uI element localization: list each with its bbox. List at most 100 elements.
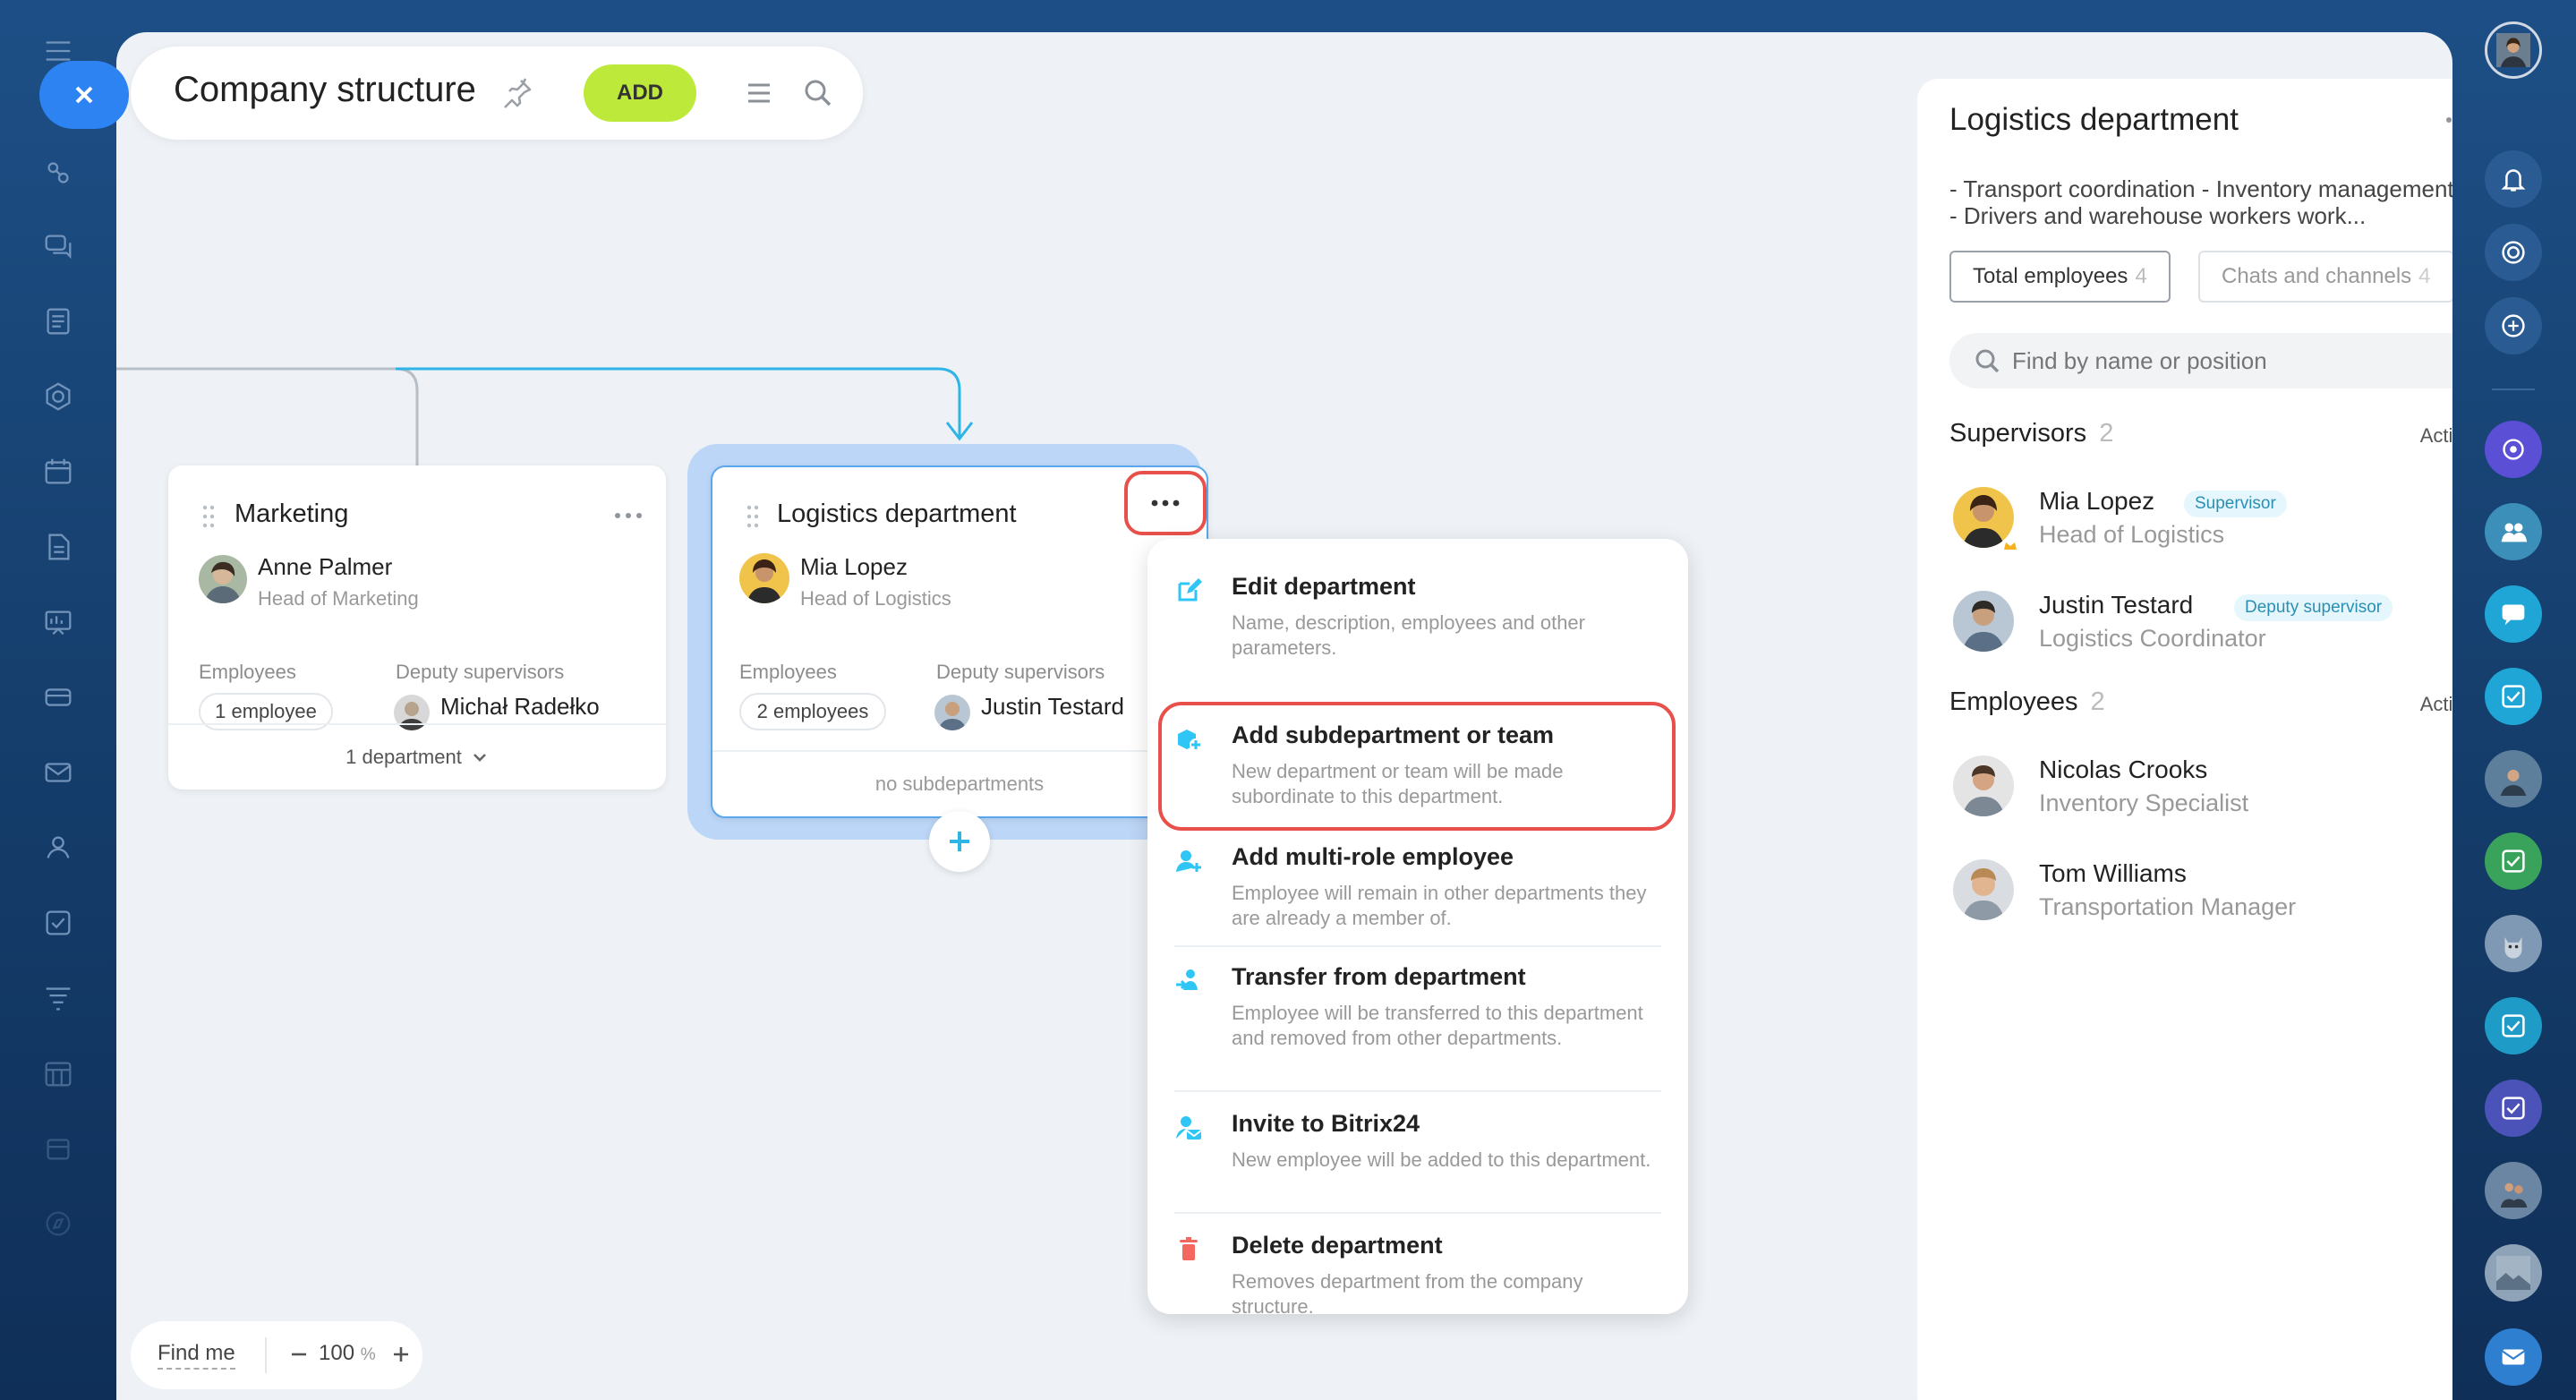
zoom-level: 100 %	[319, 1341, 376, 1366]
right-bar-divider	[2492, 388, 2535, 390]
employees-label: Employees	[739, 661, 837, 683]
zoom-in-button[interactable]	[390, 1339, 414, 1370]
supervisors-actions-dropdown[interactable]: Actions	[2420, 424, 2452, 448]
employee-row[interactable]: Nicolas Crooks Inventory Specialist	[1949, 750, 2452, 831]
find-me-button[interactable]: Find me	[158, 1341, 235, 1370]
menu-icon[interactable]	[739, 73, 779, 113]
crown-icon	[2001, 537, 2019, 555]
documents-icon[interactable]	[38, 301, 79, 342]
mail-icon[interactable]	[2485, 1328, 2542, 1386]
menu-item-title: Invite to Bitrix24	[1232, 1110, 1420, 1137]
head-name: Anne Palmer	[258, 553, 393, 580]
actions-label: Actions	[2419, 424, 2452, 447]
menu-item-add-multi-role-employee[interactable]: Add multi-role employee Employee will re…	[1174, 843, 1658, 942]
supervisors-heading: Supervisors 2	[1949, 419, 2113, 448]
calendar-icon[interactable]	[38, 451, 79, 492]
employees-actions-dropdown[interactable]: Actions	[2420, 693, 2452, 716]
contact-avatar[interactable]	[2485, 750, 2542, 807]
search-input[interactable]	[2012, 342, 2452, 380]
department-card-logistics[interactable]: Logistics department Mia Lopez Head of L…	[711, 465, 1208, 818]
minus-icon	[292, 1353, 306, 1356]
employee-search-field[interactable]	[1949, 333, 2452, 388]
chat-icon[interactable]	[38, 226, 79, 267]
actions-label: Actions	[2419, 693, 2452, 715]
person-role: Head of Logistics	[2039, 521, 2225, 548]
messages-icon[interactable]	[2485, 585, 2542, 643]
menu-item-add-subdepartment[interactable]: Add subdepartment or team New department…	[1174, 721, 1658, 820]
box-icon[interactable]	[38, 1128, 79, 1169]
employees-heading: Employees 2	[1949, 687, 2105, 717]
user-avatar[interactable]	[2485, 21, 2542, 79]
search-icon[interactable]	[798, 73, 838, 113]
task-chat-icon[interactable]	[2485, 832, 2542, 890]
person-name: Nicolas Crooks	[2039, 755, 2208, 783]
page-icon[interactable]	[38, 526, 79, 568]
photo-avatar[interactable]	[2485, 1244, 2542, 1302]
notifications-icon[interactable]	[2485, 150, 2542, 208]
copilot-icon[interactable]	[2485, 421, 2542, 478]
panel-description-line2: - Drivers and warehouse workers work...	[1949, 202, 2367, 229]
menu-divider	[1174, 1090, 1661, 1092]
group-chat-icon[interactable]	[2485, 503, 2542, 560]
task-chat-icon[interactable]	[2485, 668, 2542, 725]
employee-row[interactable]: Tom Williams Transportation Manager	[1949, 854, 2452, 935]
task-chat-icon[interactable]	[2485, 1080, 2542, 1137]
head-role: Head of Marketing	[258, 587, 419, 610]
pin-icon[interactable]	[498, 73, 537, 113]
menu-item-transfer-from-department[interactable]: Transfer from department Employee will b…	[1174, 963, 1658, 1088]
subdepartments-toggle[interactable]: 1 department	[168, 723, 666, 790]
close-icon	[75, 86, 93, 104]
menu-item-edit-department[interactable]: Edit department Name, description, emplo…	[1174, 573, 1658, 679]
drag-handle-icon[interactable]	[745, 503, 761, 530]
more-button-highlight[interactable]	[1124, 471, 1207, 535]
tab-count: 4	[2418, 264, 2431, 288]
add-button[interactable]: ADD	[584, 64, 696, 122]
tab-label: Total employees	[1973, 264, 2128, 288]
zoom-divider	[265, 1337, 267, 1373]
plus-icon	[950, 832, 969, 851]
grid-calendar-icon[interactable]	[38, 1053, 79, 1094]
users-icon[interactable]	[38, 827, 79, 868]
add-employee-icon	[1176, 850, 1201, 872]
person-role: Inventory Specialist	[2039, 790, 2249, 816]
menu-item-invite[interactable]: Invite to Bitrix24 New employee will be …	[1174, 1110, 1658, 1208]
department-card-marketing[interactable]: Marketing Anne Palmer Head of Marketing …	[168, 465, 666, 790]
group-avatar[interactable]	[2485, 1162, 2542, 1219]
presentation-icon[interactable]	[38, 602, 79, 643]
mail-icon[interactable]	[38, 752, 79, 793]
department-title: Logistics department	[777, 499, 1017, 528]
subdepartments-status: no subdepartments	[712, 750, 1207, 816]
more-icon[interactable]	[2442, 111, 2452, 129]
card-icon[interactable]	[38, 677, 79, 718]
close-button[interactable]	[39, 61, 129, 129]
head-role: Head of Logistics	[800, 587, 951, 610]
drag-handle-icon[interactable]	[200, 503, 217, 530]
department-actions-menu: Edit department Name, description, emplo…	[1147, 539, 1688, 1318]
tasks-icon[interactable]	[38, 902, 79, 943]
feed-icon[interactable]	[38, 152, 79, 193]
workspace: Company structure ADD Marketing Anne Pal…	[116, 32, 2452, 1400]
activity-icon[interactable]	[2485, 224, 2542, 281]
search-chat-icon[interactable]	[2485, 297, 2542, 354]
tab-total-employees[interactable]: Total employees 4	[1949, 251, 2171, 303]
task-chat-icon[interactable]	[2485, 997, 2542, 1054]
tab-chats-and-channels[interactable]: Chats and channels 4	[2198, 251, 2452, 303]
compass-icon[interactable]	[38, 1203, 79, 1244]
funnel-icon[interactable]	[38, 977, 79, 1019]
more-icon[interactable]	[610, 507, 646, 525]
employees-count-badge[interactable]: 2 employees	[739, 693, 886, 730]
add-child-button[interactable]	[929, 811, 990, 872]
menu-item-desc: New department or team will be made subo…	[1232, 760, 1564, 807]
menu-item-delete-department[interactable]: Delete department Removes department fro…	[1174, 1232, 1658, 1330]
menu-item-title: Add multi-role employee	[1232, 843, 1514, 870]
hexagon-icon[interactable]	[38, 376, 79, 417]
zoom-out-button[interactable]	[288, 1339, 311, 1370]
deputy-label: Deputy supervisors	[396, 661, 565, 683]
zoom-unit: %	[360, 1345, 376, 1364]
menu-item-desc: Employee will be transferred to this dep…	[1232, 1002, 1643, 1049]
avatar	[1953, 591, 2014, 652]
supervisor-row[interactable]: Justin Testard Deputy supervisor Logisti…	[1949, 585, 2452, 666]
cat-avatar[interactable]	[2485, 915, 2542, 972]
supervisor-row[interactable]: Mia Lopez Supervisor Head of Logistics	[1949, 482, 2452, 562]
zoom-controls: Find me 100 %	[131, 1321, 422, 1389]
